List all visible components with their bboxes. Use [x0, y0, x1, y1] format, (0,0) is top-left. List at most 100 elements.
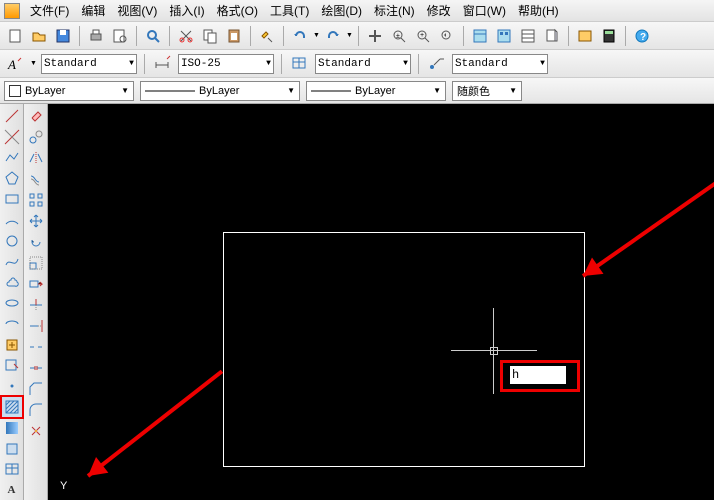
designcenter-icon[interactable]	[493, 25, 515, 47]
polyline-icon[interactable]	[2, 148, 22, 168]
ucs-y-label: Y	[60, 480, 67, 492]
offset-icon[interactable]	[26, 169, 46, 189]
circle-icon[interactable]	[2, 231, 22, 251]
table-style-dropdown[interactable]: Standard▼	[315, 54, 411, 74]
calculator-icon[interactable]	[598, 25, 620, 47]
menu-modify[interactable]: 修改	[421, 2, 457, 19]
save-icon[interactable]	[52, 25, 74, 47]
break-icon[interactable]	[26, 337, 46, 357]
line-icon[interactable]	[2, 106, 22, 126]
menu-insert[interactable]: 插入(I)	[163, 2, 210, 19]
zoom-previous-icon[interactable]	[436, 25, 458, 47]
copy-obj-icon[interactable]	[26, 127, 46, 147]
mleader-style-dropdown[interactable]: Standard▼	[452, 54, 548, 74]
undo-icon[interactable]	[289, 25, 311, 47]
menu-dimension[interactable]: 标注(N)	[368, 2, 421, 19]
separator	[136, 26, 137, 46]
color-dropdown[interactable]: ByLayer▼	[4, 81, 134, 101]
paste-icon[interactable]	[223, 25, 245, 47]
stretch-icon[interactable]	[26, 274, 46, 294]
hatch-icon[interactable]	[2, 397, 22, 417]
tool-palette-icon[interactable]	[517, 25, 539, 47]
svg-text:+: +	[420, 32, 424, 39]
copy-icon[interactable]	[199, 25, 221, 47]
ellipse-icon[interactable]	[2, 293, 22, 313]
find-icon[interactable]	[142, 25, 164, 47]
separator	[283, 26, 284, 46]
point-icon[interactable]	[2, 376, 22, 396]
sheet-set-icon[interactable]	[541, 25, 563, 47]
separator	[169, 26, 170, 46]
polygon-icon[interactable]	[2, 168, 22, 188]
ellipse-arc-icon[interactable]	[2, 314, 22, 334]
chamfer-icon[interactable]	[26, 379, 46, 399]
insert-block-icon[interactable]	[2, 335, 22, 355]
fillet-icon[interactable]	[26, 400, 46, 420]
menu-edit[interactable]: 编辑	[75, 2, 111, 19]
lineweight-dropdown[interactable]: ByLayer▼	[306, 81, 446, 101]
dynamic-input[interactable]	[510, 366, 566, 384]
text-style-icon[interactable]: A	[4, 53, 26, 75]
redo-dropdown-icon[interactable]: ▼	[346, 32, 353, 39]
arc-icon[interactable]	[2, 210, 22, 230]
drawing-canvas[interactable]: Y	[48, 104, 714, 500]
menu-draw[interactable]: 绘图(D)	[315, 2, 368, 19]
open-icon[interactable]	[28, 25, 50, 47]
separator	[250, 26, 251, 46]
join-icon[interactable]	[26, 358, 46, 378]
mirror-icon[interactable]	[26, 148, 46, 168]
scale-icon[interactable]	[26, 253, 46, 273]
revcloud-icon[interactable]	[2, 272, 22, 292]
array-icon[interactable]	[26, 190, 46, 210]
trim-icon[interactable]	[26, 295, 46, 315]
print-icon[interactable]	[85, 25, 107, 47]
spline-icon[interactable]	[2, 252, 22, 272]
menu-tools[interactable]: 工具(T)	[264, 2, 315, 19]
table-style-icon[interactable]	[289, 53, 311, 75]
annotation-arrow	[87, 370, 223, 478]
make-block-icon[interactable]	[2, 356, 22, 376]
menu-format[interactable]: 格式(O)	[211, 2, 264, 19]
markup-icon[interactable]	[574, 25, 596, 47]
print-preview-icon[interactable]	[109, 25, 131, 47]
rotate-icon[interactable]	[26, 232, 46, 252]
erase-icon[interactable]	[26, 106, 46, 126]
svg-text:±: ±	[396, 33, 400, 40]
menu-window[interactable]: 窗口(W)	[457, 2, 512, 19]
menu-view[interactable]: 视图(V)	[111, 2, 163, 19]
move-icon[interactable]	[26, 211, 46, 231]
styles-toolbar: A ▼ Standard▼ ISO-25▼ Standard▼ Standard…	[0, 50, 714, 78]
help-icon[interactable]: ?	[631, 25, 653, 47]
mtext-icon[interactable]: A	[2, 480, 22, 500]
separator	[79, 26, 80, 46]
gradient-icon[interactable]	[2, 418, 22, 438]
zoom-window-icon[interactable]: +	[412, 25, 434, 47]
pan-icon[interactable]	[364, 25, 386, 47]
properties-icon[interactable]	[469, 25, 491, 47]
xline-icon[interactable]	[2, 127, 22, 147]
text-style-dropdown[interactable]: Standard▼	[41, 54, 137, 74]
undo-dropdown-icon[interactable]: ▼	[313, 32, 320, 39]
explode-icon[interactable]	[26, 421, 46, 441]
dropdown-arrow-icon[interactable]: ▼	[30, 60, 37, 67]
new-icon[interactable]	[4, 25, 26, 47]
linetype-dropdown[interactable]: ByLayer▼	[140, 81, 300, 101]
dim-style-icon[interactable]	[152, 53, 174, 75]
mleader-style-icon[interactable]	[426, 53, 448, 75]
zoom-realtime-icon[interactable]: ±	[388, 25, 410, 47]
table-icon[interactable]	[2, 460, 22, 480]
dim-style-dropdown[interactable]: ISO-25▼	[178, 54, 274, 74]
cut-icon[interactable]	[175, 25, 197, 47]
separator	[418, 54, 419, 74]
menu-file[interactable]: 文件(F)	[24, 2, 75, 19]
extend-icon[interactable]	[26, 316, 46, 336]
matchprop-icon[interactable]	[256, 25, 278, 47]
redo-icon[interactable]	[322, 25, 344, 47]
rectangle-icon[interactable]	[2, 189, 22, 209]
separator	[568, 26, 569, 46]
menu-help[interactable]: 帮助(H)	[512, 2, 565, 19]
svg-text:A: A	[7, 57, 16, 72]
plotstyle-dropdown[interactable]: 随颜色▼	[452, 81, 522, 101]
svg-text:?: ?	[640, 32, 646, 43]
region-icon[interactable]	[2, 439, 22, 459]
